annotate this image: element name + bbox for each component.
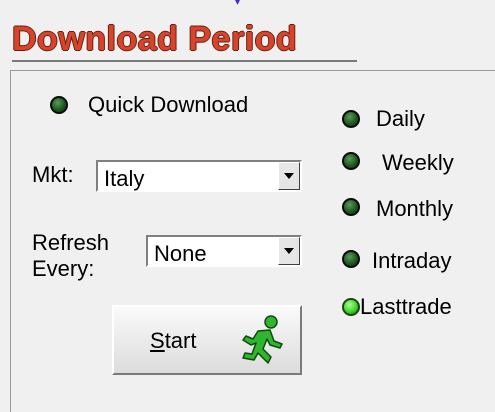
market-label: Mkt: bbox=[32, 162, 74, 187]
period-label-lasttrade: Lasttrade bbox=[360, 294, 452, 319]
period-radio-lasttrade[interactable] bbox=[342, 298, 360, 316]
period-radio-monthly[interactable] bbox=[342, 198, 360, 216]
chevron-down-icon bbox=[284, 248, 294, 254]
period-label-weekly: Weekly bbox=[382, 150, 454, 175]
market-select[interactable]: Italy bbox=[96, 160, 302, 192]
refresh-label-line1: Refresh bbox=[32, 230, 110, 255]
refresh-label-line2: Every: bbox=[32, 256, 95, 281]
caret-marker-icon: ▾ bbox=[235, 0, 241, 8]
title-divider bbox=[12, 60, 357, 62]
refresh-select-value: None bbox=[154, 241, 207, 266]
quick-download-label: Quick Download bbox=[88, 92, 249, 117]
period-radio-intraday[interactable] bbox=[342, 250, 360, 268]
period-radio-daily[interactable] bbox=[342, 110, 360, 128]
start-button[interactable]: Start bbox=[112, 305, 302, 375]
chevron-down-icon bbox=[284, 173, 294, 179]
period-radio-weekly[interactable] bbox=[342, 152, 360, 170]
running-man-icon bbox=[242, 315, 283, 364]
period-label-daily: Daily bbox=[376, 106, 425, 131]
period-label-intraday: Intraday bbox=[372, 248, 452, 273]
refresh-select[interactable]: None bbox=[146, 235, 302, 267]
period-label-monthly: Monthly bbox=[376, 196, 454, 221]
market-dropdown-button[interactable] bbox=[278, 162, 300, 190]
quick-download-led-toggle[interactable] bbox=[50, 96, 68, 114]
market-select-value: Italy bbox=[104, 166, 145, 191]
refresh-dropdown-button[interactable] bbox=[278, 237, 300, 265]
section-title: Download Period bbox=[12, 20, 298, 58]
start-button-label: Start bbox=[150, 328, 197, 353]
